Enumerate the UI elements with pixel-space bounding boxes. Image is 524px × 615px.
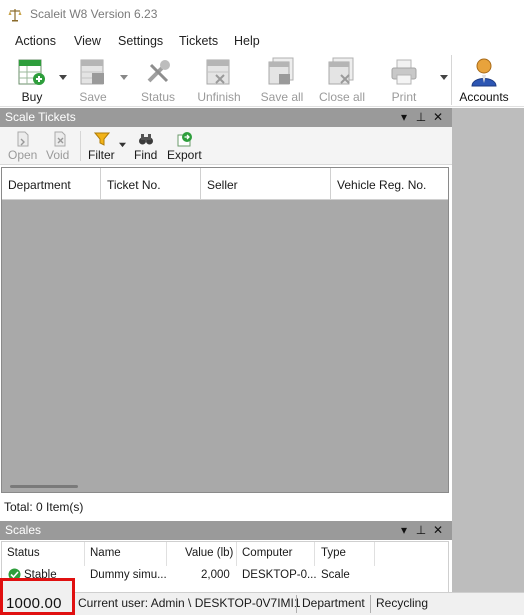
printer-icon: [391, 59, 417, 85]
open-label: Open: [8, 148, 38, 162]
department-label: Department: [302, 596, 365, 610]
save-ticket-icon: [80, 59, 104, 85]
status-bar: Current user: Admin \ DESKTOP-0V7IMI1 De…: [0, 592, 524, 615]
scale-app-icon: [8, 9, 22, 22]
open-doc-icon: [17, 131, 29, 147]
print-button[interactable]: Print: [377, 55, 431, 105]
find-button[interactable]: Find: [131, 129, 161, 163]
dock-area: [452, 108, 524, 592]
status-button[interactable]: Status: [131, 55, 185, 105]
scale-value: 2,000: [201, 569, 230, 581]
menu-view[interactable]: View: [74, 34, 101, 48]
tickets-grid-header: Department Ticket No. Seller Vehicle Reg…: [2, 168, 448, 200]
tickets-grid[interactable]: Department Ticket No. Seller Vehicle Reg…: [1, 167, 449, 493]
save-all-icon: [268, 57, 294, 85]
scales-column-type[interactable]: Type: [315, 542, 375, 566]
scales-column-name[interactable]: Name: [85, 542, 167, 566]
user-account-icon: [471, 58, 497, 87]
column-header-seller[interactable]: Seller: [201, 168, 331, 200]
close-all-button[interactable]: Close all: [315, 55, 369, 105]
scales-pin-icon[interactable]: ⊥: [414, 522, 428, 538]
menu-help[interactable]: Help: [234, 34, 260, 48]
current-user: Current user: Admin \ DESKTOP-0V7IMI1: [78, 596, 301, 610]
save-all-button[interactable]: Save all: [255, 55, 309, 105]
scales-title: Scales: [5, 523, 42, 537]
scale-name: Dummy simu...: [90, 569, 167, 581]
tools-icon: [147, 60, 170, 83]
main-toolbar: Buy Save Status Unfinish Save all Close …: [0, 53, 524, 107]
weight-value: 1000.00: [6, 595, 62, 612]
menu-settings[interactable]: Settings: [118, 34, 163, 48]
accounts-button[interactable]: Accounts: [457, 55, 511, 105]
column-header-ticket-no[interactable]: Ticket No.: [101, 168, 201, 200]
void-doc-icon: [54, 131, 66, 147]
menu-tickets[interactable]: Tickets: [179, 34, 218, 48]
close-icon[interactable]: ✕: [431, 109, 445, 125]
export-button[interactable]: Export: [165, 129, 207, 163]
scales-column-computer[interactable]: Computer: [237, 542, 315, 566]
open-button[interactable]: Open: [6, 129, 40, 163]
scale-tickets-title: Scale Tickets: [5, 110, 76, 124]
window-title: Scaleit W8 Version 6.23: [30, 7, 158, 21]
column-header-department[interactable]: Department: [2, 168, 101, 200]
scales-panel-header: Scales ▾ ⊥ ✕: [0, 521, 452, 540]
scales-column-value[interactable]: Value (lb): [167, 542, 237, 566]
tickets-total: Total: 0 Item(s): [4, 500, 84, 514]
scale-type: Scale: [321, 569, 350, 581]
filter-label: Filter: [88, 148, 115, 162]
scales-column-status[interactable]: Status: [2, 542, 85, 566]
filter-dropdown-icon[interactable]: [119, 141, 126, 148]
scale-computer: DESKTOP-0...: [242, 569, 317, 581]
close-all-label: Close all: [318, 90, 366, 104]
status-separator: [296, 595, 297, 613]
panel-menu-icon[interactable]: ▾: [397, 109, 411, 125]
void-label: Void: [46, 148, 70, 162]
tickets-toolbar: Open Void Filter Find Export: [0, 127, 452, 165]
filter-funnel-icon: [94, 132, 110, 146]
horizontal-scrollbar[interactable]: [10, 485, 78, 488]
unfinish-button[interactable]: Unfinish: [192, 55, 246, 105]
scales-panel-menu-icon[interactable]: ▾: [397, 522, 411, 538]
weight-display: 1000.00: [0, 578, 75, 615]
department-value: Recycling: [376, 596, 429, 610]
export-label: Export: [167, 148, 202, 162]
save-dropdown-icon[interactable]: [120, 73, 128, 81]
binoculars-icon: [139, 134, 153, 145]
void-button[interactable]: Void: [44, 129, 76, 163]
pin-icon[interactable]: ⊥: [414, 109, 428, 125]
buy-label: Buy: [21, 90, 43, 104]
export-icon: [177, 132, 192, 147]
save-button[interactable]: Save: [66, 55, 120, 105]
find-label: Find: [134, 148, 158, 162]
scales-close-icon[interactable]: ✕: [431, 522, 445, 538]
status-separator: [370, 595, 371, 613]
close-all-icon: [328, 57, 354, 85]
title-bar: Scaleit W8 Version 6.23: [0, 0, 524, 30]
buy-ticket-icon: [18, 59, 45, 85]
save-all-label: Save all: [260, 90, 304, 104]
unfinish-label: Unfinish: [197, 90, 241, 104]
print-label: Print: [391, 90, 417, 104]
unfinish-ticket-icon: [206, 59, 230, 85]
filter-button[interactable]: Filter: [86, 129, 120, 163]
accounts-label: Accounts: [459, 90, 509, 104]
column-header-vehicle-reg[interactable]: Vehicle Reg. No.: [331, 168, 448, 200]
status-label: Status: [140, 90, 176, 104]
print-dropdown-icon[interactable]: [440, 73, 448, 81]
save-label: Save: [79, 90, 107, 104]
menu-actions[interactable]: Actions: [15, 34, 56, 48]
scale-tickets-panel-header: Scale Tickets ▾ ⊥ ✕: [0, 108, 452, 127]
buy-button[interactable]: Buy: [5, 55, 59, 105]
subtoolbar-separator: [80, 131, 81, 161]
menu-bar: Actions View Settings Tickets Help: [0, 31, 524, 53]
